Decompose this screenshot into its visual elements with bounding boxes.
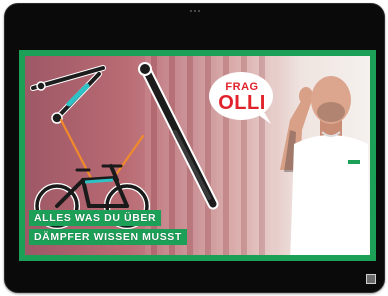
video-caption: ALLES WAS DU ÜBER DÄMPFER WISSEN MUSST <box>29 210 187 245</box>
caption-line-1: ALLES WAS DU ÜBER <box>29 210 162 226</box>
camera-icon <box>189 10 200 12</box>
presenter-image <box>280 76 370 255</box>
fullscreen-icon[interactable] <box>366 274 376 284</box>
badge-line-2: OLLI <box>218 91 266 114</box>
caption-line-2: DÄMPFER WISSEN MUSST <box>29 229 187 245</box>
tablet-device: FRAG OLLI ALLES WAS DU ÜBER DÄMPFER WISS… <box>4 3 385 293</box>
badge-line-1: FRAG <box>225 80 259 93</box>
thumbnail-background: FRAG OLLI ALLES WAS DU ÜBER DÄMPFER WISS… <box>25 56 370 255</box>
video-thumbnail[interactable]: FRAG OLLI ALLES WAS DU ÜBER DÄMPFER WISS… <box>19 50 376 261</box>
